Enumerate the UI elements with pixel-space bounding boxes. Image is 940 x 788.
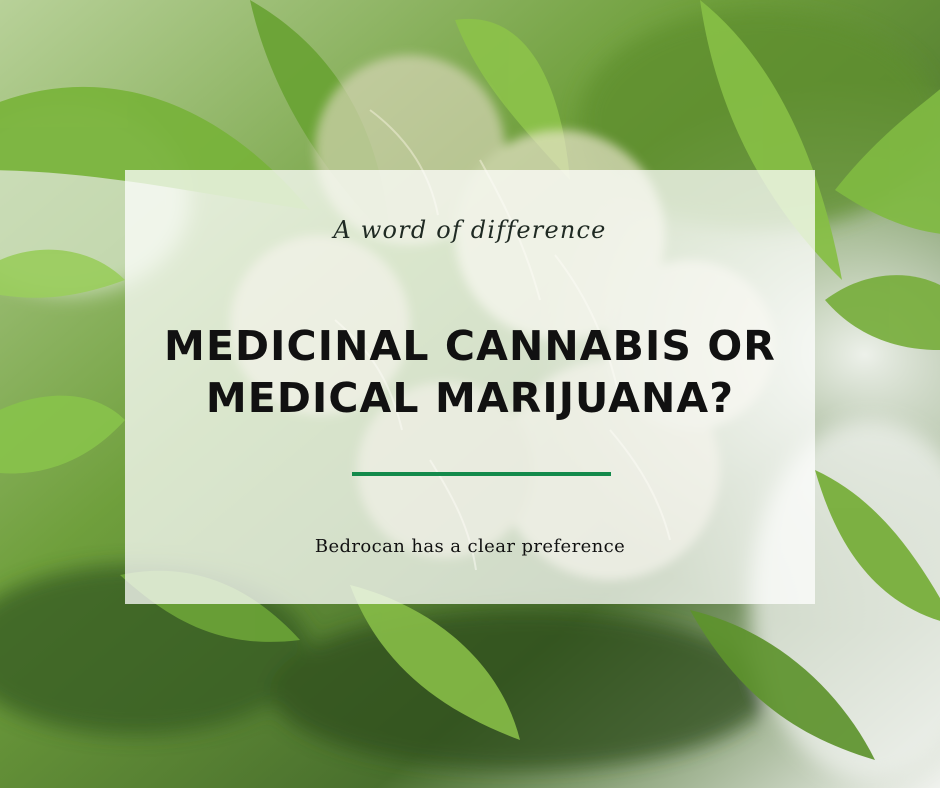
- eyebrow-text: A word of difference: [333, 216, 607, 244]
- headline-line-1: MEDICINAL CANNABIS OR: [164, 322, 776, 370]
- hero-stage: A word of difference MEDICINAL CANNABIS …: [0, 0, 940, 788]
- text-overlay-card: A word of difference MEDICINAL CANNABIS …: [125, 170, 815, 604]
- accent-divider: [352, 472, 611, 476]
- headline-line-2: MEDICAL MARIJUANA?: [205, 374, 735, 422]
- headline: MEDICINAL CANNABIS OR MEDICAL MARIJUANA?: [125, 320, 815, 424]
- subline-text: Bedrocan has a clear preference: [314, 536, 626, 557]
